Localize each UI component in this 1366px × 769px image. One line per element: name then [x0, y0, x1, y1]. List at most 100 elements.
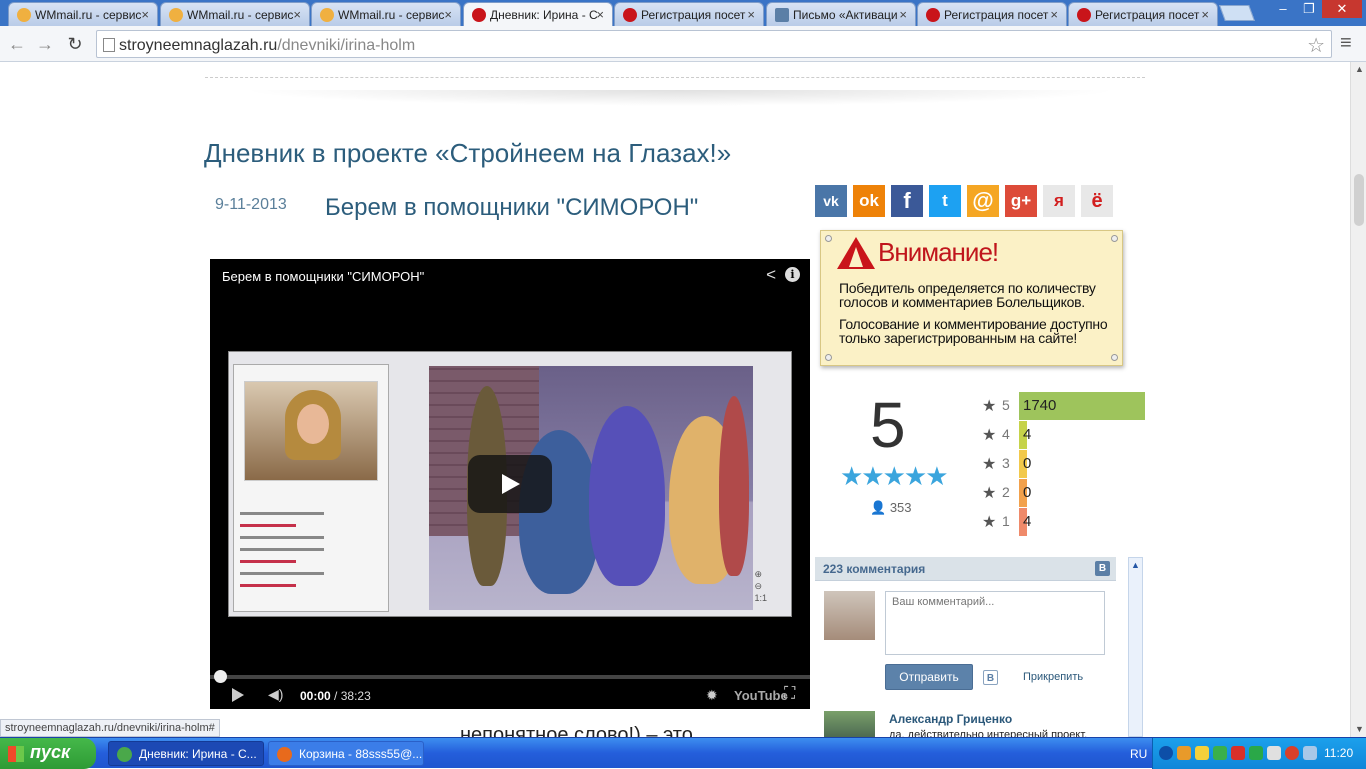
tab-registration-3[interactable]: Регистрация посет ×	[1068, 2, 1218, 26]
progress-knob[interactable]	[214, 670, 227, 683]
language-indicator[interactable]: RU	[1130, 747, 1147, 761]
tray-app-icon[interactable]	[1249, 746, 1263, 760]
vk-icon[interactable]: B	[983, 670, 998, 685]
scroll-up-icon[interactable]: ▲	[1131, 560, 1140, 570]
minimize-icon[interactable]: ‒	[1270, 0, 1296, 18]
vk-badge-icon[interactable]: B	[1095, 561, 1110, 576]
maple-leaf-icon	[926, 8, 940, 22]
control-play-icon[interactable]	[232, 688, 244, 702]
video-player[interactable]: Берем в помощники "СИМОРОН" < i ⊕⊖1:1	[210, 259, 810, 709]
wmmail-icon	[320, 8, 334, 22]
comments-header: 223 комментария B	[815, 557, 1116, 581]
bookmark-star-icon[interactable]: ☆	[1307, 33, 1325, 58]
taskbar-item-chrome[interactable]: Дневник: Ирина - С...	[108, 741, 264, 766]
rating-row-3: ★ 3 0	[982, 450, 1145, 478]
divider	[205, 77, 1145, 78]
scroll-up-arrow-icon[interactable]: ▲	[1355, 64, 1364, 74]
share-icon[interactable]: <	[766, 265, 776, 285]
tab-wmmail-3[interactable]: WMmail.ru - сервис ×	[311, 2, 461, 26]
rating-row-5: ★ 5 1740	[982, 392, 1145, 420]
vk-icon[interactable]: vk	[815, 185, 847, 217]
window-close-icon[interactable]: ✕	[1322, 0, 1362, 18]
mail-icon	[775, 8, 789, 22]
start-button[interactable]: пуск	[0, 738, 96, 769]
video-title[interactable]: Берем в помощники "СИМОРОН"	[222, 269, 424, 284]
tray-app-icon[interactable]	[1267, 746, 1281, 760]
comment-input[interactable]	[885, 591, 1105, 655]
fullscreen-icon[interactable]: ⛶	[784, 685, 795, 703]
scroll-down-arrow-icon[interactable]: ▼	[1355, 724, 1364, 734]
close-icon[interactable]: ×	[899, 7, 907, 22]
send-comment-button[interactable]: Отправить	[885, 664, 973, 690]
tab-bar: WMmail.ru - сервис × WMmail.ru - сервис …	[0, 0, 1366, 26]
taskbar-item-firefox[interactable]: Корзина - 88sss55@...	[268, 741, 424, 766]
page-scrollbar[interactable]: ▲ ▼	[1350, 62, 1366, 737]
reload-icon[interactable]: ↻	[64, 33, 86, 55]
yandex-icon[interactable]: я	[1043, 185, 1075, 217]
rating-score: 5	[870, 389, 906, 461]
close-icon[interactable]: ×	[293, 7, 301, 22]
scrollbar-thumb[interactable]	[1354, 174, 1364, 226]
settings-gear-icon[interactable]: ✹	[706, 687, 718, 704]
google-plus-icon[interactable]: g+	[1005, 185, 1037, 217]
back-icon[interactable]: ←	[6, 33, 28, 55]
close-icon[interactable]: ×	[1201, 7, 1209, 22]
star-icon: ★	[982, 456, 997, 473]
comments-scrollbar[interactable]: ▲	[1128, 557, 1143, 737]
menu-icon[interactable]: ≡	[1340, 32, 1352, 55]
chrome-icon	[117, 747, 132, 762]
odnoklassniki-icon[interactable]: ok	[853, 185, 885, 217]
tab-registration-1[interactable]: Регистрация посет ×	[614, 2, 764, 26]
volume-icon[interactable]: ◀)	[268, 686, 283, 703]
comment-author-avatar[interactable]	[824, 711, 875, 737]
windows-flag-icon	[8, 746, 24, 762]
tab-wmmail-2[interactable]: WMmail.ru - сервис ×	[160, 2, 310, 26]
post-text: непонятное слово!) – это	[460, 724, 693, 737]
youtube-logo[interactable]: YouTube	[734, 688, 788, 703]
page-title: Дневник в проекте «Стройнеем на Глазах!»	[204, 138, 732, 168]
tab-diary-active[interactable]: Дневник: Ирина - С ×	[463, 2, 613, 26]
comments-count[interactable]: 223 комментария	[823, 562, 925, 576]
forward-icon[interactable]: →	[34, 33, 56, 55]
mailru-icon[interactable]: @	[967, 185, 999, 217]
progress-bar[interactable]	[210, 670, 810, 683]
close-icon[interactable]: ×	[596, 7, 604, 22]
rating-row-4: ★ 4 4	[982, 421, 1145, 449]
vote-count: 👤 353	[870, 500, 912, 515]
close-icon[interactable]: ×	[141, 7, 149, 22]
close-icon[interactable]: ×	[444, 7, 452, 22]
user-icon: 👤	[870, 500, 887, 515]
tray-antivirus-icon[interactable]	[1231, 746, 1245, 760]
tray-app-icon[interactable]	[1177, 746, 1191, 760]
taskbar: пуск Дневник: Ирина - С... Корзина - 88s…	[0, 737, 1366, 769]
tab-wmmail-1[interactable]: WMmail.ru - сервис ×	[8, 2, 158, 26]
tray-alert-icon[interactable]	[1285, 746, 1299, 760]
close-icon[interactable]: ×	[747, 7, 755, 22]
url-text: stroyneemnaglazah.ru/dnevniki/irina-holm	[119, 37, 416, 54]
video-time: 00:00 / 38:23	[300, 689, 371, 703]
firefox-icon	[277, 747, 292, 762]
attach-link[interactable]: Прикрепить	[1023, 671, 1083, 683]
twitter-icon[interactable]: t	[929, 185, 961, 217]
comment-author[interactable]: Александр Гриценко	[889, 712, 1012, 726]
maple-leaf-icon	[1077, 8, 1091, 22]
facebook-icon[interactable]: f	[891, 185, 923, 217]
tab-activation-letter[interactable]: Письмо «Активаци ×	[766, 2, 916, 26]
tray-app-icon[interactable]	[1195, 746, 1209, 760]
tab-registration-2[interactable]: Регистрация посет ×	[917, 2, 1067, 26]
star-icon: ★	[982, 485, 997, 502]
play-button[interactable]	[468, 455, 552, 513]
attention-text-2: Голосование и комментирование доступно т…	[839, 316, 1108, 346]
address-bar[interactable]: stroyneemnaglazah.ru/dnevniki/irina-holm…	[96, 30, 1332, 58]
close-icon[interactable]: ×	[1050, 7, 1058, 22]
tray-expand-icon[interactable]	[1159, 746, 1173, 760]
rating-stars[interactable]: ★★★★★	[840, 461, 949, 492]
new-tab-button[interactable]	[1219, 5, 1255, 21]
tray-app-icon[interactable]	[1213, 746, 1227, 760]
info-icon[interactable]: i	[785, 267, 800, 282]
maximize-icon[interactable]: ❐	[1296, 0, 1322, 18]
tray-network-icon[interactable]	[1303, 746, 1317, 760]
attention-notice: Внимание! Победитель определяется по кол…	[820, 230, 1123, 366]
liveinternet-icon[interactable]: ё	[1081, 185, 1113, 217]
rating-row-1: ★ 1 4	[982, 508, 1145, 536]
